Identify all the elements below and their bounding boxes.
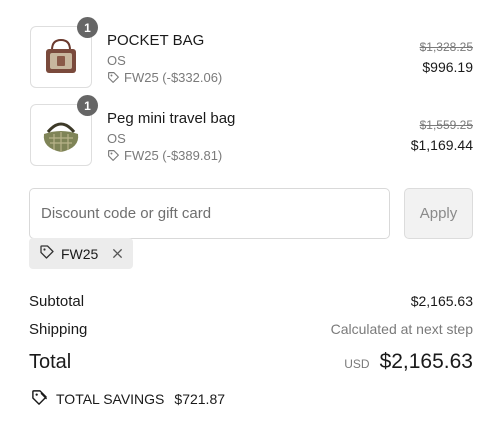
product-discount: FW25 (-$332.06) (107, 70, 222, 85)
discount-text: FW25 (-$389.81) (124, 148, 223, 163)
total-label: Total (29, 351, 72, 373)
sale-price: $1,169.44 (410, 137, 473, 153)
quantity-badge: 1 (77, 17, 98, 38)
subtotal-row: Subtotal $2,165.63 (29, 293, 473, 310)
total-row: Total USD $2,165.63 (29, 350, 473, 374)
tag-icon (39, 244, 55, 263)
close-icon[interactable] (112, 248, 123, 259)
subtotal-value: $2,165.63 (410, 293, 473, 309)
total-value: $2,165.63 (379, 350, 473, 373)
original-price: $1,328.25 (419, 40, 473, 54)
applied-code-label: FW25 (61, 245, 99, 262)
shipping-label: Shipping (29, 321, 88, 338)
shipping-row: Shipping Calculated at next step (29, 321, 473, 338)
travel-bag-image (43, 122, 79, 152)
original-price: $1,559.25 (419, 118, 473, 132)
product-variant: OS (107, 53, 126, 68)
shipping-value: Calculated at next step (330, 321, 473, 337)
applied-discount-chip: FW25 (29, 238, 134, 269)
savings-tag-icon (31, 389, 48, 409)
quantity-badge: 1 (77, 95, 98, 116)
product-name: Peg mini travel bag (107, 110, 236, 127)
tag-icon (107, 71, 120, 84)
total-savings: TOTAL SAVINGS $721.87 (31, 389, 225, 409)
discount-code-input[interactable] (29, 188, 390, 239)
sale-price: $996.19 (422, 59, 473, 75)
pocket-bag-image (46, 38, 76, 73)
tag-icon (107, 149, 120, 162)
currency-code: USD (344, 357, 370, 371)
subtotal-label: Subtotal (29, 293, 85, 310)
line-item: 1 Peg mini travel bag OS FW25 (-$389.81)… (30, 95, 473, 170)
discount-text: FW25 (-$332.06) (124, 70, 223, 85)
savings-value: $721.87 (174, 391, 226, 407)
line-item: 1 POCKET BAG OS FW25 (-$332.06) $1,328.2… (30, 17, 473, 92)
product-discount: FW25 (-$389.81) (107, 148, 222, 163)
apply-button[interactable]: Apply (404, 188, 473, 239)
savings-label: TOTAL SAVINGS (56, 391, 165, 407)
product-name: POCKET BAG (107, 32, 205, 49)
product-variant: OS (107, 131, 126, 146)
